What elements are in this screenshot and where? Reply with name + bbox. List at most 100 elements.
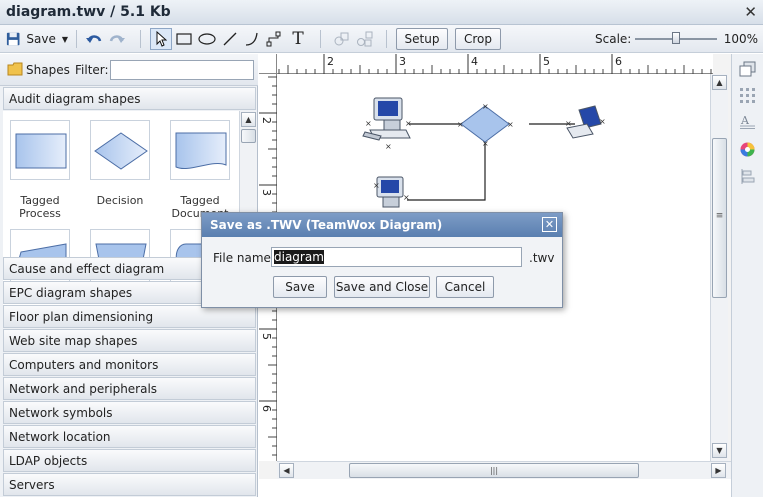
folder-icon — [7, 62, 23, 76]
save-button-label: Save — [26, 32, 56, 46]
rectangle-tool-icon[interactable] — [174, 28, 194, 50]
scroll-thumb[interactable] — [241, 129, 256, 143]
category-audit-diagram-shapes[interactable]: Audit diagram shapes — [3, 87, 256, 110]
ruler-label: 2 — [327, 55, 334, 68]
ruler-label: 2 — [260, 117, 273, 124]
filter-label: Filter: — [75, 63, 109, 77]
shape-decision[interactable] — [90, 120, 150, 180]
toolbar-separator — [76, 30, 77, 48]
category-item[interactable]: Floor plan dimensioning — [3, 305, 256, 328]
text-tool-icon[interactable]: T — [288, 28, 308, 50]
file-name-label: File name: — [213, 251, 275, 265]
scroll-thumb[interactable]: ≡ — [712, 138, 727, 298]
window-title: diagram.twv / 5.1 Kb — [6, 4, 171, 20]
align-icon[interactable] — [739, 168, 756, 185]
file-extension: .twv — [529, 251, 555, 265]
svg-text:×: × — [373, 181, 380, 190]
cancel-button[interactable]: Cancel — [436, 276, 494, 298]
close-icon[interactable]: ✕ — [744, 3, 757, 21]
category-item[interactable]: Network symbols — [3, 401, 256, 424]
svg-text:A: A — [740, 114, 750, 127]
toolbar-separator — [386, 30, 387, 48]
layers-icon[interactable] — [739, 61, 756, 78]
ruler-corner — [259, 54, 277, 74]
undo-icon[interactable] — [84, 28, 104, 50]
ungroup-icon[interactable] — [355, 28, 375, 50]
scroll-up-icon[interactable]: ▲ — [712, 75, 727, 90]
line-tool-icon[interactable] — [220, 28, 240, 50]
svg-text:×: × — [385, 142, 392, 151]
redo-icon[interactable] — [107, 28, 127, 50]
ruler-label: 3 — [399, 55, 406, 68]
computer-workstation-icon[interactable]: × × × — [362, 97, 412, 151]
scroll-down-icon[interactable]: ▼ — [712, 443, 727, 458]
svg-text:×: × — [482, 102, 489, 111]
category-item[interactable]: Computers and monitors — [3, 353, 256, 376]
group-icon[interactable] — [332, 28, 352, 50]
svg-text:×: × — [405, 119, 412, 128]
horizontal-ruler: 2 3 4 5 6 — [277, 54, 713, 74]
right-toolbar: A — [731, 54, 763, 497]
svg-text:×: × — [365, 119, 372, 128]
ruler-label: 3 — [260, 189, 273, 196]
scale-value: 100% — [723, 32, 758, 46]
shape-tagged-process[interactable] — [10, 120, 70, 180]
ruler-label: 6 — [615, 55, 622, 68]
svg-text:×: × — [403, 193, 410, 202]
shapes-panel-header: Shapes Filter: — [0, 54, 258, 86]
ruler-label: 6 — [260, 405, 273, 412]
dialog-title: Save as .TWV (TeamWox Diagram) — [202, 213, 562, 237]
shape-tagged-document[interactable] — [170, 120, 230, 180]
category-item[interactable]: Network location — [3, 425, 256, 448]
scroll-thumb[interactable]: ||| — [349, 463, 639, 478]
ruler-label: 4 — [471, 55, 478, 68]
category-item[interactable]: Web site map shapes — [3, 329, 256, 352]
color-palette-icon[interactable] — [739, 141, 756, 158]
grid-icon[interactable] — [739, 87, 756, 104]
text-format-icon[interactable]: A — [739, 113, 756, 130]
dialog-save-button[interactable]: Save — [273, 276, 327, 298]
scroll-up-icon[interactable]: ▲ — [241, 112, 256, 127]
filter-input[interactable] — [110, 60, 254, 80]
file-name-value: diagram — [274, 250, 324, 264]
connector-tool-icon[interactable] — [264, 28, 284, 50]
window-titlebar: diagram.twv / 5.1 Kb ✕ — [0, 0, 763, 25]
laptop-icon[interactable]: × × — [565, 105, 606, 139]
shapes-label: Shapes — [26, 63, 70, 77]
svg-text:×: × — [599, 117, 606, 126]
computer-workstation-icon[interactable]: × × — [373, 176, 410, 208]
save-button[interactable]: Save ▼ — [6, 28, 68, 50]
pointer-tool-icon[interactable] — [150, 28, 172, 50]
toolbar-separator — [140, 30, 141, 48]
chevron-down-icon[interactable]: ▼ — [62, 35, 68, 44]
curve-tool-icon[interactable] — [242, 28, 262, 50]
shape-label-tagged-process: Tagged Process — [19, 194, 61, 220]
scale-slider-thumb[interactable] — [672, 32, 680, 44]
shape-label-decision: Decision — [96, 194, 144, 207]
category-item[interactable]: LDAP objects — [3, 449, 256, 472]
ellipse-tool-icon[interactable] — [197, 28, 217, 50]
svg-text:×: × — [457, 120, 464, 129]
toolbar-separator — [320, 30, 321, 48]
dialog-close-icon[interactable]: ✕ — [542, 217, 557, 232]
ruler-label: 5 — [260, 333, 273, 340]
canvas-horizontal-scrollbar[interactable]: ◀ ||| ▶ — [277, 461, 731, 479]
file-name-input[interactable]: diagram — [271, 247, 522, 267]
scale-label: Scale: — [595, 32, 632, 46]
decision-diamond-shape[interactable]: × × × × — [457, 102, 514, 148]
svg-text:×: × — [565, 119, 572, 128]
setup-button[interactable]: Setup — [396, 28, 448, 50]
scroll-right-icon[interactable]: ▶ — [711, 463, 726, 478]
ruler-label: 5 — [543, 55, 550, 68]
main-toolbar: Save ▼ T Setup Crop Scale: 100% — [0, 25, 763, 53]
canvas-vertical-scrollbar[interactable]: ▲ ≡ ▼ — [710, 74, 728, 461]
category-item[interactable]: Servers — [3, 473, 256, 496]
save-as-dialog: Save as .TWV (TeamWox Diagram) ✕ File na… — [201, 212, 563, 308]
svg-text:×: × — [482, 139, 489, 148]
svg-text:×: × — [507, 120, 514, 129]
category-item[interactable]: Network and peripherals — [3, 377, 256, 400]
scroll-left-icon[interactable]: ◀ — [279, 463, 294, 478]
crop-button[interactable]: Crop — [455, 28, 501, 50]
save-and-close-button[interactable]: Save and Close — [334, 276, 430, 298]
floppy-disk-icon — [6, 32, 20, 46]
